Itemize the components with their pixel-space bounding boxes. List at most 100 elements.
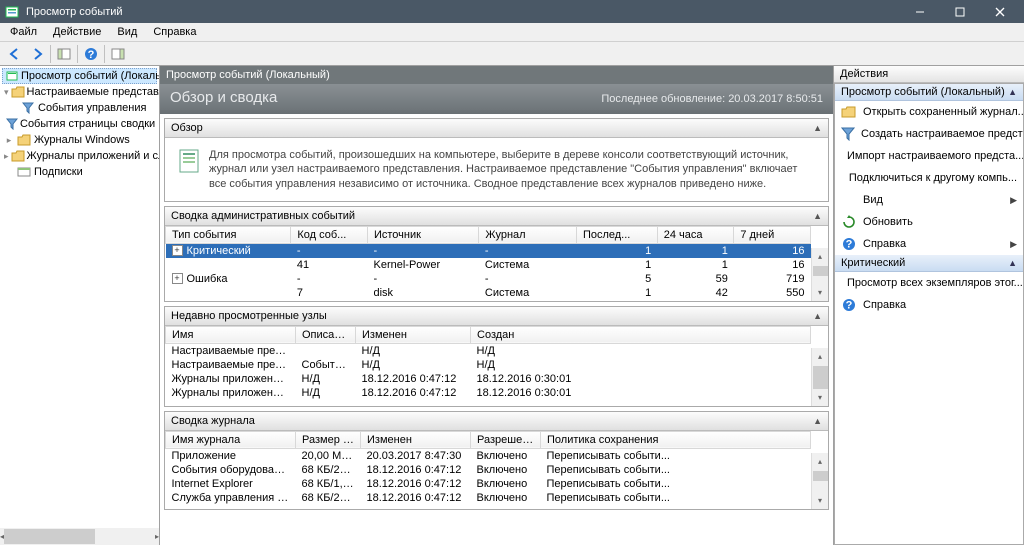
table-header[interactable]: Тип событияКод соб...ИсточникЖурналПосле… <box>166 226 811 243</box>
tree-subscriptions[interactable]: ▸ Подписки <box>2 164 157 180</box>
subscriptions-icon <box>16 164 32 180</box>
submenu-arrow-icon: ▶ <box>1010 239 1017 250</box>
show-hide-tree-button[interactable] <box>53 43 75 65</box>
menu-file[interactable]: Файл <box>2 24 45 40</box>
expander-icon[interactable]: ▾ <box>4 87 9 98</box>
table-row[interactable]: Настраиваемые предст...Н/ДН/Д <box>166 343 811 358</box>
toolbar-separator <box>77 45 78 63</box>
menubar: Файл Действие Вид Справка <box>0 23 1024 42</box>
vertical-scrollbar[interactable]: ▴▾ <box>811 248 828 301</box>
actions-group-critical[interactable]: Критический ▲ <box>835 255 1023 272</box>
collapse-icon[interactable]: ▲ <box>813 123 822 133</box>
intro-text: Для просмотра событий, произошедших на к… <box>209 148 816 191</box>
help-icon: ? <box>841 297 857 313</box>
maximize-button[interactable] <box>940 0 980 23</box>
row-expander-icon[interactable]: + <box>172 273 183 284</box>
tree-app-service-logs[interactable]: ▸ Журналы приложений и служб <box>2 148 157 164</box>
center-panel: Просмотр событий (Локальный) Обзор и сво… <box>160 66 834 545</box>
section-overview-header[interactable]: Обзор ▲ <box>165 119 828 138</box>
actions-group-local[interactable]: Просмотр событий (Локальный) ▲ <box>835 84 1023 101</box>
center-header: Просмотр событий (Локальный) <box>160 66 833 84</box>
tree-custom-views[interactable]: ▾ Настраиваемые представления <box>2 84 157 100</box>
collapse-icon[interactable]: ▲ <box>1008 87 1017 97</box>
submenu-arrow-icon: ▶ <box>1010 195 1017 206</box>
log-summary-table[interactable]: Имя журналаРазмер (Т...ИзмененРазрешеноП… <box>165 431 811 505</box>
table-header[interactable]: ИмяОписаниеИзмененСоздан <box>166 326 811 343</box>
collapse-icon[interactable]: ▲ <box>813 311 822 321</box>
table-row[interactable]: +Ошибка---559719 <box>166 272 811 286</box>
section-admin-summary: Сводка административных событий ▲ Тип со… <box>164 206 829 302</box>
menu-view[interactable]: Вид <box>109 24 145 40</box>
admin-events-table[interactable]: Тип событияКод соб...ИсточникЖурналПосле… <box>165 226 811 300</box>
section-admin-summary-header[interactable]: Сводка административных событий ▲ <box>165 207 828 226</box>
back-button[interactable] <box>4 43 26 65</box>
action-create-custom-view[interactable]: Создать настраиваемое предста... <box>835 123 1023 145</box>
action-open-saved-log[interactable]: Открыть сохраненный журнал... <box>835 101 1023 123</box>
action-refresh[interactable]: Обновить <box>835 211 1023 233</box>
row-expander-icon[interactable]: + <box>172 245 183 256</box>
minimize-button[interactable] <box>900 0 940 23</box>
action-connect-another-computer[interactable]: Подключиться к другому компь... <box>835 167 1023 189</box>
table-row[interactable]: События оборудования68 КБ/20 ...18.12.20… <box>166 463 811 477</box>
titlebar: Просмотр событий <box>0 0 1024 23</box>
expander-icon[interactable]: ▸ <box>4 135 14 146</box>
vertical-scrollbar[interactable]: ▴▾ <box>811 453 828 509</box>
vertical-scrollbar[interactable]: ▴▾ <box>811 348 828 406</box>
action-view-all-instances[interactable]: Просмотр всех экземпляров этог... <box>835 272 1023 294</box>
svg-text:?: ? <box>846 300 853 312</box>
section-recent-nodes-header[interactable]: Недавно просмотренные узлы ▲ <box>165 307 828 326</box>
svg-text:?: ? <box>846 239 853 251</box>
recent-nodes-table[interactable]: ИмяОписаниеИзмененСоздан Настраиваемые п… <box>165 326 811 400</box>
section-recent-nodes: Недавно просмотренные узлы ▲ ИмяОписание… <box>164 306 829 407</box>
tree-page-events[interactable]: События страницы сводки <box>2 116 157 132</box>
expander-icon[interactable]: ▸ <box>4 151 9 162</box>
help-button[interactable]: ? <box>80 43 102 65</box>
event-viewer-icon <box>5 68 19 84</box>
collapse-icon[interactable]: ▲ <box>1008 258 1017 268</box>
table-header[interactable]: Имя журналаРазмер (Т...ИзмененРазрешеноП… <box>166 431 811 448</box>
action-help[interactable]: ? Справка ▶ <box>835 233 1023 255</box>
action-import-custom-view[interactable]: Импорт настраиваемого предста... <box>835 145 1023 167</box>
table-row[interactable]: Журналы приложений ...Н/Д18.12.2016 0:47… <box>166 386 811 400</box>
toolbar: ? <box>0 42 1024 66</box>
collapse-icon[interactable]: ▲ <box>813 211 822 221</box>
table-row[interactable]: Журналы приложений ...Н/Д18.12.2016 0:47… <box>166 372 811 386</box>
folder-icon <box>11 148 25 164</box>
actions-panel: Действия Просмотр событий (Локальный) ▲ … <box>834 66 1024 545</box>
folder-icon <box>16 132 32 148</box>
refresh-icon <box>841 214 857 230</box>
table-row[interactable]: Internet Explorer68 КБ/1,0...18.12.2016 … <box>166 477 811 491</box>
forward-button[interactable] <box>26 43 48 65</box>
connect-icon <box>841 170 843 186</box>
table-row[interactable]: Настраиваемые предст...События ...Н/ДН/Д <box>166 358 811 372</box>
table-row[interactable]: Приложение20,00 МБ/...20.03.2017 8:47:30… <box>166 448 811 463</box>
section-log-summary: Сводка журнала ▲ Имя журналаРазмер (Т...… <box>164 411 829 510</box>
table-row[interactable]: 7diskСистема142550 <box>166 286 811 300</box>
svg-text:?: ? <box>88 49 95 61</box>
center-title-bar: Обзор и сводка Последнее обновление: 20.… <box>160 84 833 114</box>
action-view[interactable]: Вид ▶ <box>835 189 1023 211</box>
tree-root[interactable]: Просмотр событий (Локальный) <box>2 68 157 84</box>
view-icon <box>841 192 857 208</box>
app-title: Просмотр событий <box>26 6 900 18</box>
show-hide-actions-button[interactable] <box>107 43 129 65</box>
table-row[interactable]: Служба управления кл...68 КБ/20 ...18.12… <box>166 491 811 505</box>
close-button[interactable] <box>980 0 1020 23</box>
toolbar-separator <box>104 45 105 63</box>
action-help-2[interactable]: ? Справка <box>835 294 1023 316</box>
table-row[interactable]: 41Kernel-PowerСистема1116 <box>166 258 811 272</box>
collapse-icon[interactable]: ▲ <box>813 416 822 426</box>
toolbar-separator <box>50 45 51 63</box>
filter-icon <box>6 116 18 132</box>
section-log-summary-header[interactable]: Сводка журнала ▲ <box>165 412 828 431</box>
menu-action[interactable]: Действие <box>45 24 109 40</box>
horizontal-scrollbar[interactable]: ◂▸ <box>0 528 159 545</box>
tree-admin-events[interactable]: События управления <box>2 100 157 116</box>
table-row[interactable]: +Критический---1116 <box>166 243 811 258</box>
last-update: Последнее обновление: 20.03.2017 8:50:51 <box>601 93 823 105</box>
menu-help[interactable]: Справка <box>145 24 204 40</box>
app-icon <box>4 4 20 20</box>
tree-panel: Просмотр событий (Локальный) ▾ Настраива… <box>0 66 160 545</box>
tree-windows-logs[interactable]: ▸ Журналы Windows <box>2 132 157 148</box>
folder-icon <box>11 84 25 100</box>
